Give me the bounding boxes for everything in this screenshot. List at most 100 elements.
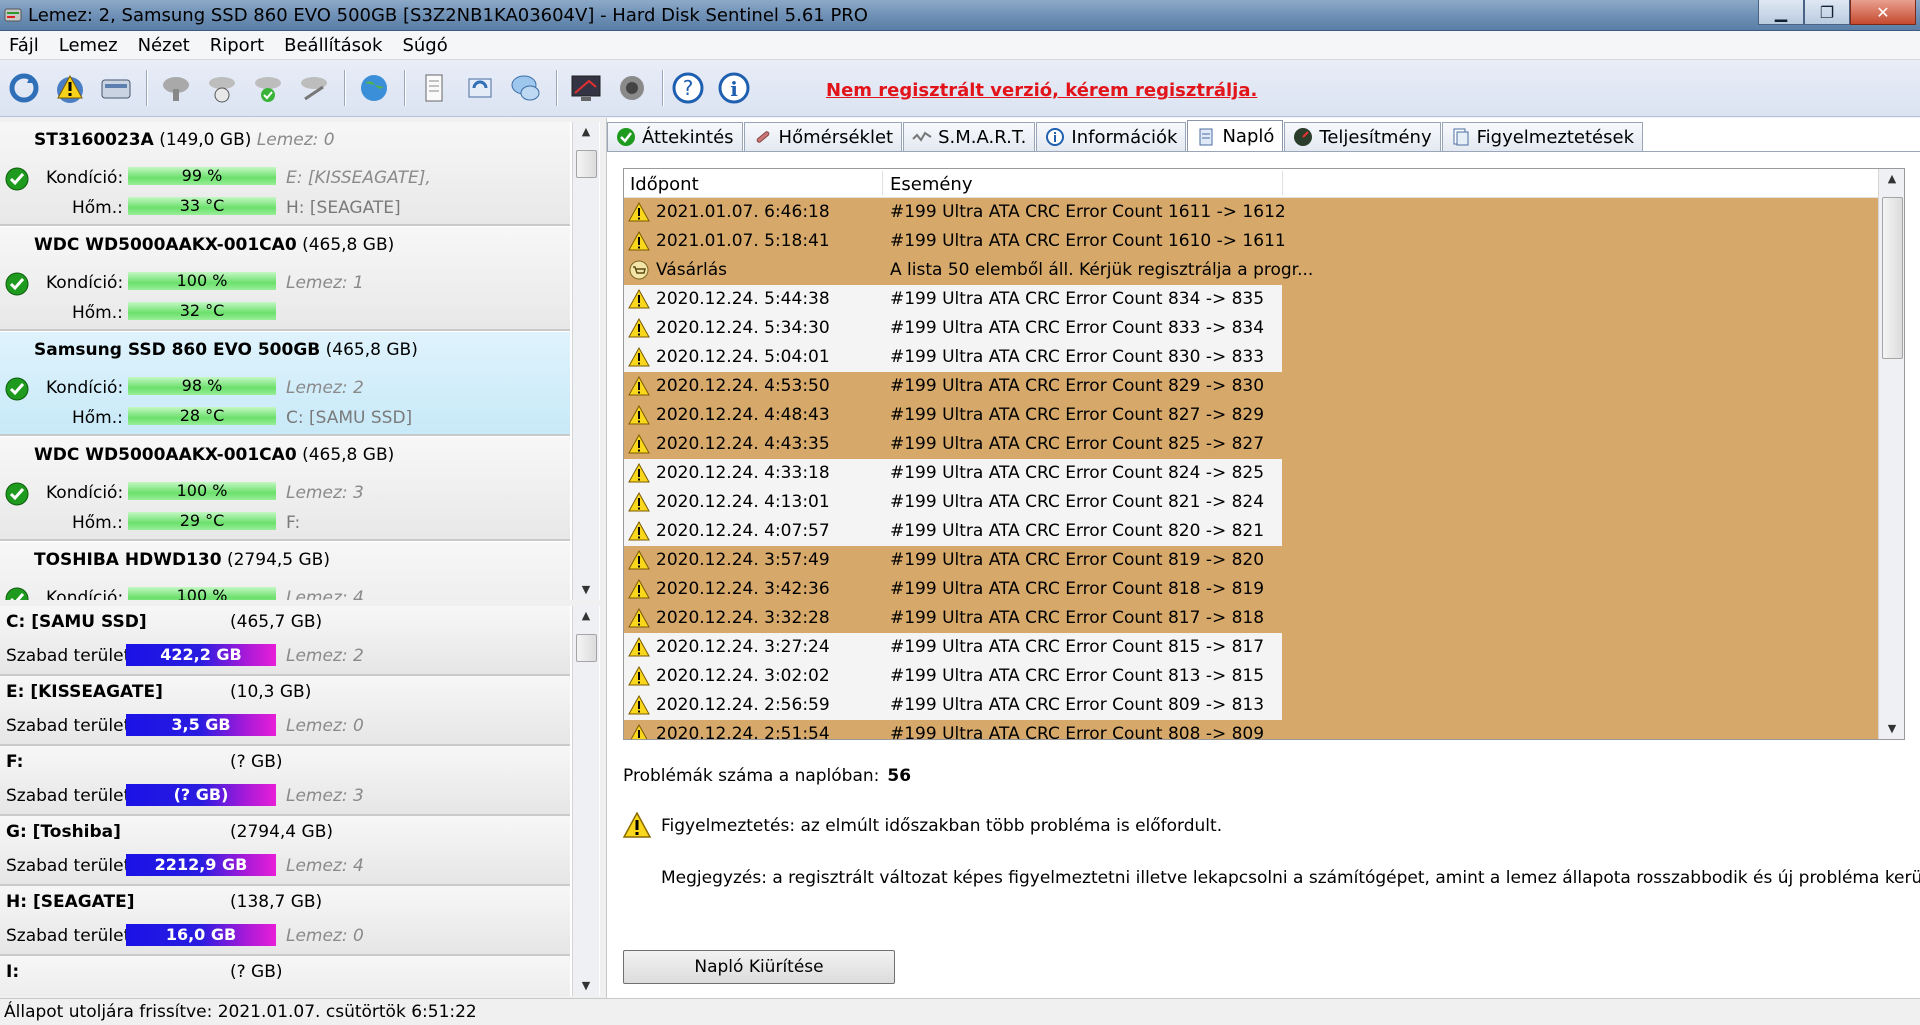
tab-label: Napló <box>1222 126 1275 147</box>
title-bar[interactable]: Lemez: 2, Samsung SSD 860 EVO 500GB [S3Z… <box>0 0 1920 31</box>
monitor-button[interactable] <box>566 68 606 108</box>
menu-report[interactable]: Riport <box>201 35 275 56</box>
log-scrollbar[interactable]: ▲ ▼ <box>1878 169 1904 739</box>
disk-check-icon <box>255 77 281 102</box>
report-button[interactable] <box>414 68 454 108</box>
register-link[interactable]: Nem regisztrált verzió, kérem regisztrál… <box>826 80 1257 101</box>
column-header-time[interactable]: Időpont <box>630 174 699 195</box>
menu-view[interactable]: Nézet <box>129 35 201 56</box>
menu-file[interactable]: Fájl <box>0 35 50 56</box>
network-button[interactable] <box>156 68 196 108</box>
log-row[interactable]: 2021.01.07. 6:46:18 #199 Ultra ATA CRC Er… <box>624 198 1878 227</box>
hard-disk-icon <box>101 79 131 99</box>
refresh-button[interactable] <box>4 68 44 108</box>
disk-item[interactable]: ST3160023A (149,0 GB) Lemez: 0 Kondíció: 9… <box>0 122 570 226</box>
log-row[interactable]: 2020.12.24. 3:02:02 #199 Ultra ATA CRC Er… <box>624 662 1878 691</box>
minimize-button[interactable]: ▁ <box>1758 0 1804 25</box>
disk-button[interactable] <box>96 68 136 108</box>
log-time: 2020.12.24. 4:07:57 <box>656 521 830 541</box>
scroll-up-icon[interactable]: ▲ <box>573 122 599 142</box>
tab-temperature[interactable]: Hőmérséklet <box>743 122 903 151</box>
volume-name: F: <box>6 752 24 772</box>
log-row[interactable]: 2020.12.24. 2:56:59 #199 Ultra ATA CRC Er… <box>624 691 1878 720</box>
sync-button[interactable] <box>460 68 500 108</box>
disk-side-info: Lemez: 2 <box>286 378 364 398</box>
tab-alerts[interactable]: Figyelmeztetések <box>1441 122 1644 151</box>
restore-icon: ❐ <box>1819 2 1835 22</box>
log-row[interactable]: 2020.12.24. 4:48:43 #199 Ultra ATA CRC Er… <box>624 401 1878 430</box>
scroll-down-icon[interactable]: ▼ <box>573 976 599 996</box>
disk-item[interactable]: WDC WD5000AAKX-001CA0 (465,8 GB) Kondíci… <box>0 437 570 541</box>
log-row[interactable]: 2020.12.24. 5:44:38 #199 Ultra ATA CRC Er… <box>624 285 1878 314</box>
help-button[interactable]: ? <box>668 68 708 108</box>
log-event: #199 Ultra ATA CRC Error Count 824 -> 82… <box>890 463 1265 483</box>
condition-label: Kondíció: <box>46 168 124 188</box>
disk-title: Samsung SSD 860 EVO 500GB (465,8 GB) <box>34 340 418 360</box>
close-button[interactable]: ✕ <box>1850 0 1916 25</box>
detail-panel: Áttekintés Hőmérséklet S.M.A.R.T. Inform… <box>606 118 1920 998</box>
volume-item[interactable]: C: [SAMU SSD] (465,7 GB) Szabad terület 422… <box>0 606 570 676</box>
log-row[interactable]: 2020.12.24. 4:53:50 #199 Ultra ATA CRC Er… <box>624 372 1878 401</box>
disk-test-icon <box>209 77 235 103</box>
log-row[interactable]: 2020.12.24. 3:57:49 #199 Ultra ATA CRC Er… <box>624 546 1878 575</box>
disk-item[interactable]: WDC WD5000AAKX-001CA0 (465,8 GB) Kondíci… <box>0 227 570 331</box>
volume-list-scrollbar[interactable]: ▲ ▼ <box>572 606 599 996</box>
volume-disk-number: Lemez: 0 <box>286 716 364 736</box>
free-space-label: Szabad terület <box>6 786 131 806</box>
clear-log-button[interactable]: Napló Kiürítése <box>623 950 895 984</box>
disk-list-scrollbar[interactable]: ▲ ▼ <box>572 122 599 600</box>
column-header-event[interactable]: Esemény <box>890 174 973 195</box>
tools-button[interactable] <box>294 68 334 108</box>
disk-item[interactable]: TOSHIBA HDWD130 (2794,5 GB) Kondíció: 100… <box>0 542 570 600</box>
volume-item[interactable]: H: [SEAGATE] (138,7 GB) Szabad terület 16,0… <box>0 886 570 956</box>
disk-side-info: Lemez: 3 <box>286 483 364 503</box>
scroll-thumb[interactable] <box>576 150 597 178</box>
maximize-button[interactable]: ❐ <box>1804 0 1850 25</box>
volume-list-panel: C: [SAMU SSD] (465,7 GB) Szabad terület 422… <box>0 606 600 996</box>
log-row[interactable]: 2020.12.24. 5:34:30 #199 Ultra ATA CRC Er… <box>624 314 1878 343</box>
log-time: 2020.12.24. 5:04:01 <box>656 347 830 367</box>
network-disk-icon <box>163 77 189 101</box>
log-row[interactable]: 2020.12.24. 3:32:28 #199 Ultra ATA CRC Er… <box>624 604 1878 633</box>
warning-icon <box>628 463 650 483</box>
log-row[interactable]: 2020.12.24. 5:04:01 #199 Ultra ATA CRC Er… <box>624 343 1878 372</box>
log-row[interactable]: 2020.12.24. 3:42:36 #199 Ultra ATA CRC Er… <box>624 575 1878 604</box>
scroll-up-icon[interactable]: ▲ <box>573 606 599 626</box>
scroll-thumb[interactable] <box>576 634 597 662</box>
log-event: #199 Ultra ATA CRC Error Count 827 -> 82… <box>890 405 1265 425</box>
alert-button[interactable] <box>50 68 90 108</box>
volume-item[interactable]: E: [KISSEAGATE] (10,3 GB) Szabad terület 3,… <box>0 676 570 746</box>
disk-item[interactable]: Samsung SSD 860 EVO 500GB (465,8 GB) Kon… <box>0 332 570 436</box>
sound-button[interactable] <box>612 68 652 108</box>
tab-log[interactable]: Napló <box>1187 120 1284 152</box>
log-row[interactable]: 2020.12.24. 4:13:01 #199 Ultra ATA CRC Er… <box>624 488 1878 517</box>
log-row[interactable]: 2021.01.07. 5:18:41 #199 Ultra ATA CRC Er… <box>624 227 1878 256</box>
log-row[interactable]: Vásárlás A lista 50 elemből áll. Kérjük r… <box>624 256 1878 285</box>
test-button[interactable] <box>202 68 242 108</box>
scroll-thumb[interactable] <box>1882 197 1903 359</box>
message-button[interactable] <box>506 68 546 108</box>
menu-settings[interactable]: Beállítások <box>275 35 393 56</box>
tab-information[interactable]: Információk <box>1036 122 1187 151</box>
globe-icon <box>361 75 387 101</box>
about-button[interactable]: i <box>714 68 754 108</box>
scroll-up-icon[interactable]: ▲ <box>1879 169 1904 189</box>
health-ok-icon <box>5 167 29 191</box>
log-row[interactable]: 2020.12.24. 4:07:57 #199 Ultra ATA CRC Er… <box>624 517 1878 546</box>
menu-help[interactable]: Súgó <box>393 35 458 56</box>
menu-disk[interactable]: Lemez <box>50 35 129 56</box>
log-row[interactable]: 2020.12.24. 4:43:35 #199 Ultra ATA CRC Er… <box>624 430 1878 459</box>
scroll-down-icon[interactable]: ▼ <box>573 580 599 600</box>
log-row[interactable]: 2020.12.24. 3:27:24 #199 Ultra ATA CRC Er… <box>624 633 1878 662</box>
volume-item[interactable]: G: [Toshiba] (2794,4 GB) Szabad terület 221… <box>0 816 570 886</box>
scroll-down-icon[interactable]: ▼ <box>1879 719 1904 739</box>
log-row[interactable]: 2020.12.24. 4:33:18 #199 Ultra ATA CRC Er… <box>624 459 1878 488</box>
tab-overview[interactable]: Áttekintés <box>607 122 743 151</box>
tab-smart[interactable]: S.M.A.R.T. <box>903 122 1036 151</box>
tab-performance[interactable]: Teljesítmény <box>1284 122 1441 151</box>
volume-item[interactable]: I: (? GB) <box>0 956 570 996</box>
log-row[interactable]: 2020.12.24. 2:51:54 #199 Ultra ATA CRC Er… <box>624 720 1878 739</box>
volume-item[interactable]: F: (? GB) Szabad terület (? GB) Lemez: 3 <box>0 746 570 816</box>
web-button[interactable] <box>354 68 394 108</box>
check-button[interactable] <box>248 68 288 108</box>
